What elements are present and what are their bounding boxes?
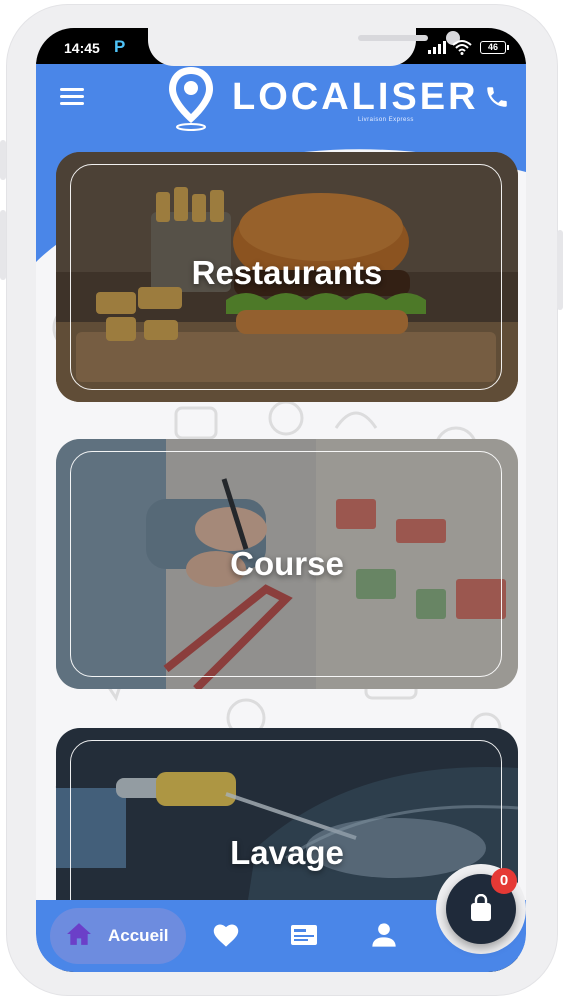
phone-icon[interactable] [484,84,510,110]
signal-icon [428,41,448,54]
shopping-bag-icon [471,894,491,921]
phone-notch [148,28,460,66]
phone-side-button [557,230,563,310]
heart-icon[interactable] [212,922,240,948]
location-pin-logo-icon [169,67,213,131]
status-time: 14:45 [64,40,100,56]
wifi-icon [452,40,472,55]
app-screen: 14:45 P 46 LOCALISER Livraison Express R… [36,28,526,972]
card-icon[interactable] [290,922,318,948]
category-card-course[interactable]: Course [56,439,518,689]
phone-side-button [0,140,6,180]
home-icon [67,923,91,945]
status-bar: 14:45 P 46 [36,28,526,66]
person-icon[interactable] [370,922,398,948]
speaker [358,35,428,41]
nav-label-accueil: Accueil [108,926,169,945]
battery-icon: 46 [480,41,509,54]
category-title: Restaurants [191,254,383,291]
app-logo-text: LOCALISER [232,76,479,118]
app-notification-icon: P [114,37,126,56]
hamburger-menu-icon[interactable] [60,85,88,109]
category-title: Course [230,545,344,582]
category-title: Lavage [230,834,344,871]
category-card-restaurants[interactable]: Restaurants [56,152,518,402]
phone-side-button [0,210,6,280]
app-logo-subtitle: Livraison Express [358,117,414,123]
cart-count-badge: 0 [491,868,517,894]
